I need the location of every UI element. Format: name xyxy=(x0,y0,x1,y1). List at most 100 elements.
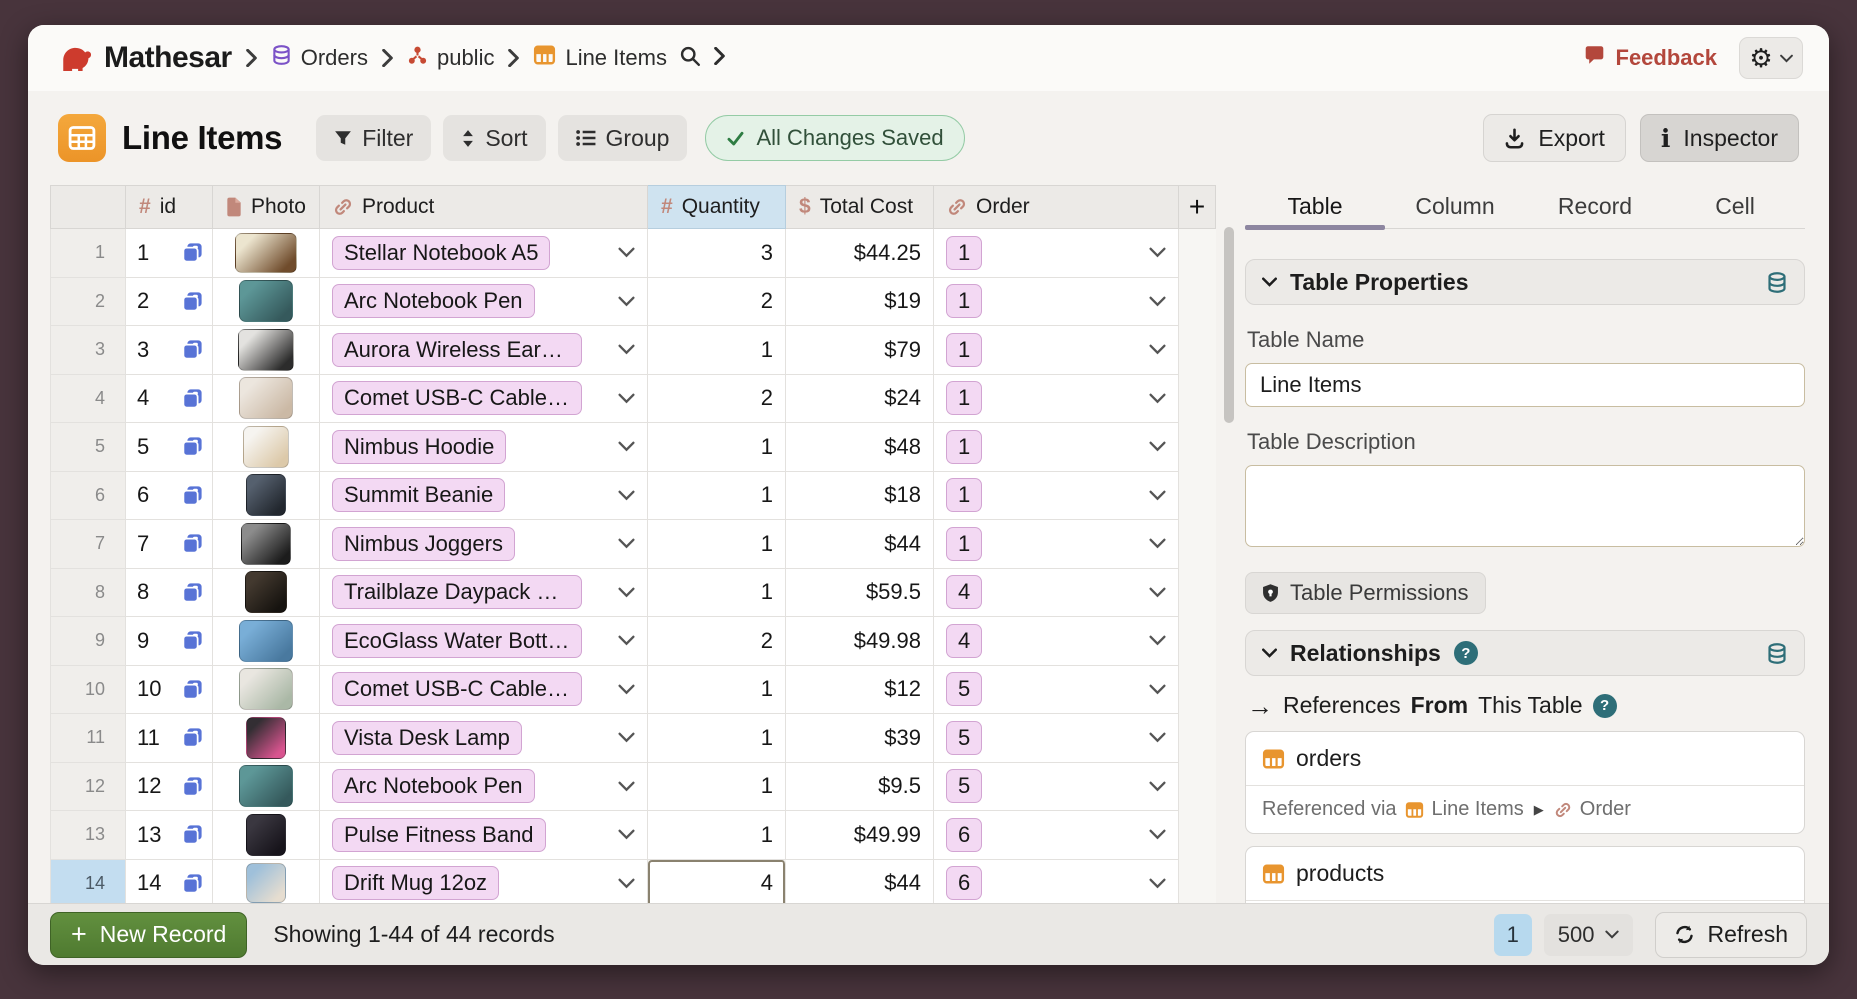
quantity-cell[interactable]: 1 xyxy=(648,569,786,618)
column-header-total-cost[interactable]: $ Total Cost xyxy=(786,185,934,229)
product-cell[interactable]: Arc Notebook Pen xyxy=(320,763,648,812)
product-cell[interactable]: Stellar Notebook A5 xyxy=(320,229,648,278)
total-cost-cell[interactable]: $44 xyxy=(786,520,934,569)
chevron-down-icon[interactable] xyxy=(1149,829,1166,840)
chevron-down-icon[interactable] xyxy=(1149,393,1166,404)
quantity-cell[interactable]: 4 xyxy=(648,860,786,904)
photo-cell[interactable] xyxy=(213,278,320,327)
order-cell[interactable]: 1 xyxy=(934,423,1179,472)
chevron-down-icon[interactable] xyxy=(618,393,635,404)
help-icon[interactable]: ? xyxy=(1593,694,1617,718)
breadcrumb-database[interactable]: Orders xyxy=(271,44,368,72)
chevron-down-icon[interactable] xyxy=(1149,296,1166,307)
order-cell[interactable]: 4 xyxy=(934,617,1179,666)
photo-cell[interactable] xyxy=(213,326,320,375)
brand[interactable]: Mathesar xyxy=(58,39,232,78)
open-record-icon[interactable] xyxy=(182,339,203,360)
search-icon[interactable] xyxy=(679,45,701,72)
tab-cell[interactable]: Cell xyxy=(1665,185,1805,228)
order-cell[interactable]: 1 xyxy=(934,229,1179,278)
open-record-icon[interactable] xyxy=(182,291,203,312)
photo-cell[interactable] xyxy=(213,520,320,569)
quantity-cell[interactable]: 1 xyxy=(648,326,786,375)
chevron-down-icon[interactable] xyxy=(618,441,635,452)
chevron-down-icon[interactable] xyxy=(618,344,635,355)
total-cost-cell[interactable]: $49.98 xyxy=(786,617,934,666)
photo-cell[interactable] xyxy=(213,375,320,424)
chevron-down-icon[interactable] xyxy=(1149,441,1166,452)
row-number-cell[interactable]: 7 xyxy=(50,520,126,569)
chevron-down-icon[interactable] xyxy=(618,732,635,743)
open-record-icon[interactable] xyxy=(182,824,203,845)
new-record-button[interactable]: + New Record xyxy=(50,912,247,958)
id-cell[interactable]: 14 xyxy=(126,860,213,904)
quantity-cell[interactable]: 1 xyxy=(648,520,786,569)
id-cell[interactable]: 13 xyxy=(126,811,213,860)
order-cell[interactable]: 6 xyxy=(934,860,1179,904)
page-size-select[interactable]: 500 xyxy=(1544,914,1634,956)
product-cell[interactable]: Aurora Wireless Earbuds xyxy=(320,326,648,375)
add-column-button[interactable]: + xyxy=(1179,185,1216,229)
order-cell[interactable]: 5 xyxy=(934,763,1179,812)
column-header-product[interactable]: Product xyxy=(320,185,648,229)
chevron-down-icon[interactable] xyxy=(1149,635,1166,646)
column-header-quantity[interactable]: # Quantity xyxy=(648,185,786,229)
photo-cell[interactable] xyxy=(213,714,320,763)
row-number-cell[interactable]: 10 xyxy=(50,666,126,715)
row-number-cell[interactable]: 9 xyxy=(50,617,126,666)
row-number-cell[interactable]: 1 xyxy=(50,229,126,278)
chevron-down-icon[interactable] xyxy=(618,878,635,889)
chevron-down-icon[interactable] xyxy=(1149,684,1166,695)
total-cost-cell[interactable]: $18 xyxy=(786,472,934,521)
photo-cell[interactable] xyxy=(213,763,320,812)
id-cell[interactable]: 12 xyxy=(126,763,213,812)
chevron-down-icon[interactable] xyxy=(1149,587,1166,598)
quantity-cell[interactable]: 2 xyxy=(648,375,786,424)
total-cost-cell[interactable]: $39 xyxy=(786,714,934,763)
row-number-cell[interactable]: 6 xyxy=(50,472,126,521)
row-number-cell[interactable]: 12 xyxy=(50,763,126,812)
tab-record[interactable]: Record xyxy=(1525,185,1665,228)
chevron-down-icon[interactable] xyxy=(1149,781,1166,792)
photo-cell[interactable] xyxy=(213,617,320,666)
table-permissions-button[interactable]: Table Permissions xyxy=(1245,572,1486,614)
photo-cell[interactable] xyxy=(213,423,320,472)
total-cost-cell[interactable]: $59.5 xyxy=(786,569,934,618)
sort-button[interactable]: Sort xyxy=(443,115,545,161)
row-number-cell[interactable]: 14 xyxy=(50,860,126,904)
quantity-cell[interactable]: 2 xyxy=(648,278,786,327)
order-cell[interactable]: 6 xyxy=(934,811,1179,860)
row-number-cell[interactable]: 8 xyxy=(50,569,126,618)
photo-cell[interactable] xyxy=(213,472,320,521)
product-cell[interactable]: Vista Desk Lamp xyxy=(320,714,648,763)
quantity-cell[interactable]: 1 xyxy=(648,472,786,521)
open-record-icon[interactable] xyxy=(182,679,203,700)
id-cell[interactable]: 6 xyxy=(126,472,213,521)
order-cell[interactable]: 1 xyxy=(934,278,1179,327)
id-cell[interactable]: 1 xyxy=(126,229,213,278)
order-cell[interactable]: 4 xyxy=(934,569,1179,618)
photo-cell[interactable] xyxy=(213,811,320,860)
tab-table[interactable]: Table xyxy=(1245,185,1385,228)
chevron-down-icon[interactable] xyxy=(618,781,635,792)
quantity-cell[interactable]: 3 xyxy=(648,229,786,278)
product-cell[interactable]: Nimbus Hoodie xyxy=(320,423,648,472)
open-record-icon[interactable] xyxy=(182,242,203,263)
relationships-section-header[interactable]: Relationships ? xyxy=(1245,630,1805,676)
chevron-down-icon[interactable] xyxy=(1149,344,1166,355)
open-record-icon[interactable] xyxy=(182,630,203,651)
open-record-icon[interactable] xyxy=(182,533,203,554)
order-cell[interactable]: 1 xyxy=(934,326,1179,375)
help-icon[interactable]: ? xyxy=(1454,641,1478,665)
product-cell[interactable]: Pulse Fitness Band xyxy=(320,811,648,860)
settings-button[interactable]: ⚙ xyxy=(1739,37,1803,79)
chevron-down-icon[interactable] xyxy=(1149,247,1166,258)
column-header-photo[interactable]: Photo xyxy=(213,185,320,229)
row-number-cell[interactable]: 4 xyxy=(50,375,126,424)
open-record-icon[interactable] xyxy=(182,388,203,409)
id-cell[interactable]: 3 xyxy=(126,326,213,375)
related-table-link[interactable]: products xyxy=(1246,847,1804,901)
page-number-button[interactable]: 1 xyxy=(1494,914,1532,956)
product-cell[interactable]: Arc Notebook Pen xyxy=(320,278,648,327)
table-name-input[interactable] xyxy=(1245,363,1805,407)
